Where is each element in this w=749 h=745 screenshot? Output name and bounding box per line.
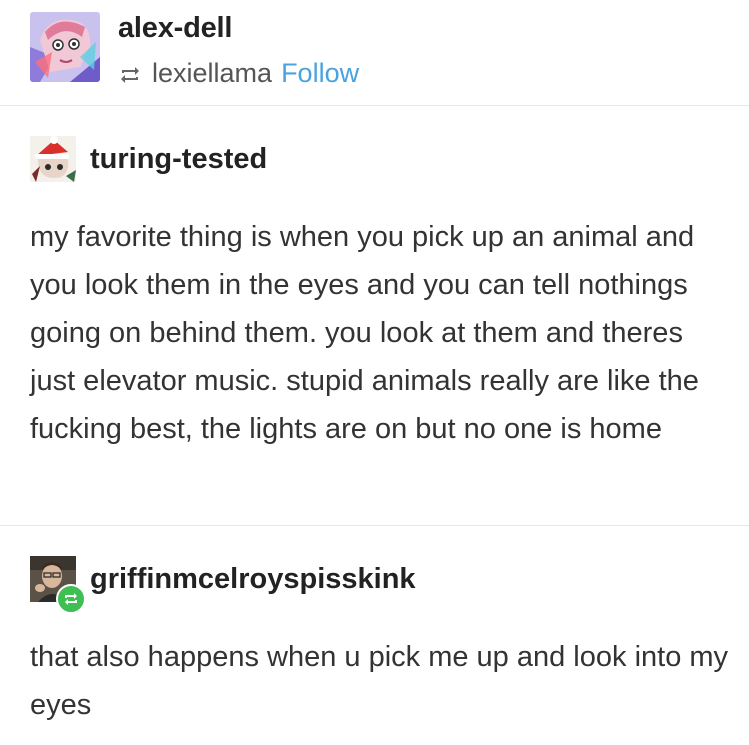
avatar-illustration (30, 136, 76, 182)
reblogged-from-user[interactable]: lexiellama (152, 58, 272, 89)
reblog-icon (118, 62, 142, 84)
avatar[interactable] (30, 12, 100, 82)
post-text: that also happens when u pick me up and … (30, 641, 729, 721)
follow-link[interactable]: Follow (281, 58, 359, 89)
post-username[interactable]: griffinmcelroyspisskink (90, 563, 416, 596)
reblog-badge-icon (56, 584, 86, 614)
divider (0, 105, 749, 106)
post-author-row: griffinmcelroyspisskink (30, 556, 416, 614)
post-username[interactable]: turing-tested (90, 143, 267, 176)
blog-name[interactable]: alex-dell (118, 12, 232, 45)
avatar[interactable] (30, 136, 76, 182)
reblog-row: lexiellama Follow (118, 56, 359, 90)
avatar-illustration (30, 12, 100, 82)
divider (0, 525, 749, 526)
post-header: alex-dell lexiellama Follow (0, 0, 749, 106)
post-text: my favorite thing is when you pick up an… (30, 221, 699, 445)
avatar[interactable] (30, 556, 86, 614)
post-author-row: turing-tested (30, 136, 267, 182)
